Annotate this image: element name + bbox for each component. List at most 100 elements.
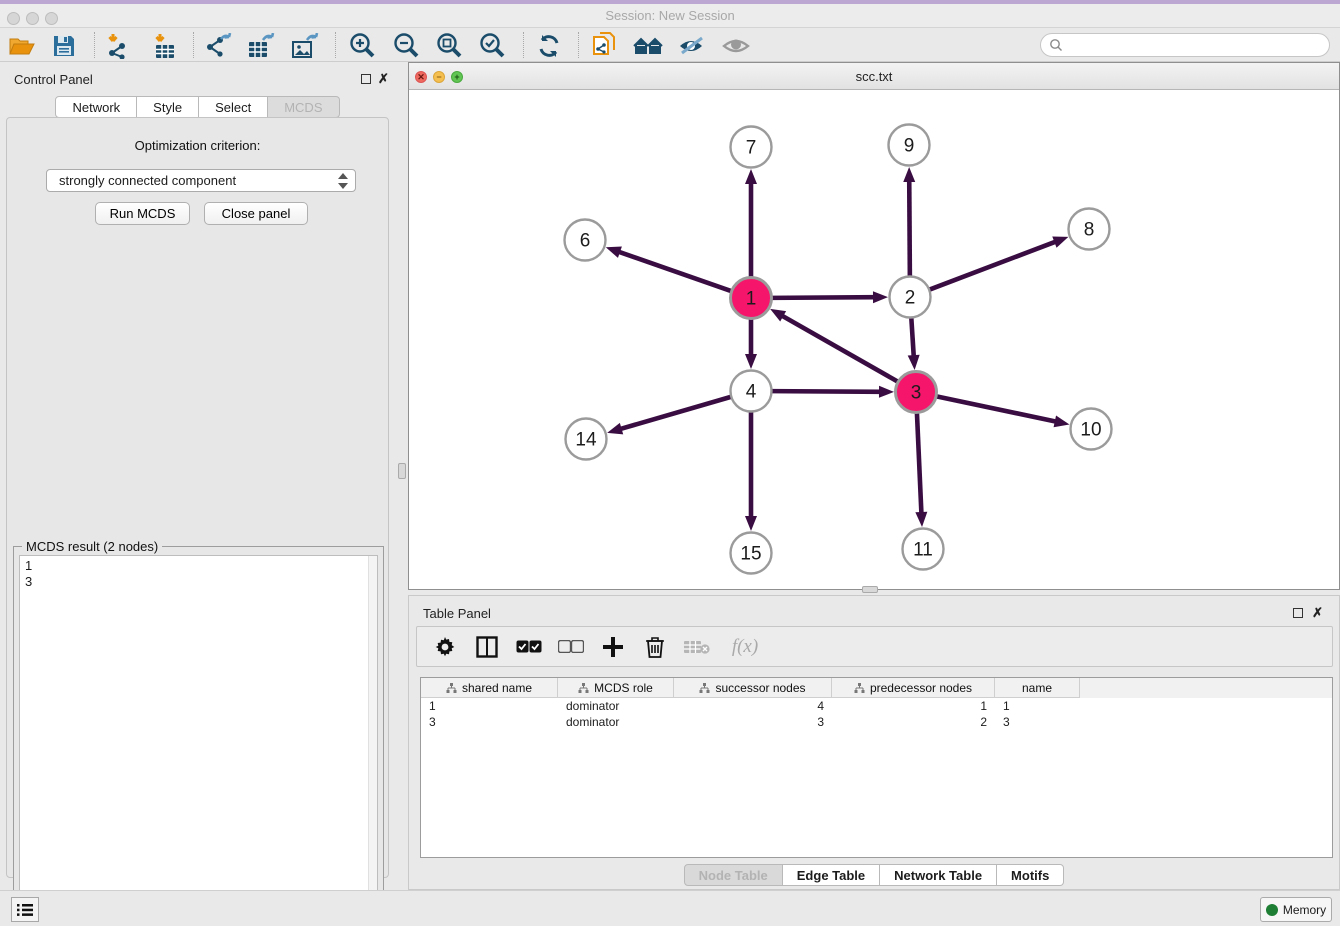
graph-edge[interactable] bbox=[911, 318, 913, 357]
hierarchy-icon bbox=[446, 683, 457, 693]
close-panel-button[interactable]: Close panel bbox=[204, 202, 308, 225]
graph-edge[interactable] bbox=[620, 397, 731, 429]
table-row[interactable]: 1dominator411 bbox=[421, 698, 1332, 714]
graph-edge-arrowhead bbox=[606, 247, 622, 258]
control-panel-tabs: Network Style Select MCDS bbox=[0, 96, 395, 118]
tab-style[interactable]: Style bbox=[137, 96, 199, 118]
optimization-criterion-label: Optimization criterion: bbox=[7, 138, 388, 153]
table-panel-title: Table Panel bbox=[423, 606, 491, 621]
panel-divider-handle[interactable] bbox=[862, 586, 878, 593]
memory-status-icon bbox=[1266, 904, 1278, 916]
import-network-icon[interactable] bbox=[101, 31, 135, 61]
table-cell[interactable]: 4 bbox=[674, 698, 832, 714]
zoom-fit-icon[interactable] bbox=[432, 31, 466, 61]
task-history-button[interactable] bbox=[11, 897, 39, 922]
zoom-selected-icon[interactable] bbox=[475, 31, 509, 61]
scrollbar-track[interactable] bbox=[368, 556, 377, 916]
network-canvas[interactable]: 7968124314101511 bbox=[409, 90, 1339, 589]
deselect-all-rows-icon[interactable] bbox=[557, 633, 585, 661]
open-session-icon[interactable] bbox=[5, 31, 39, 61]
tab-select[interactable]: Select bbox=[199, 96, 268, 118]
graph-edge-arrowhead bbox=[879, 386, 894, 398]
search-input[interactable] bbox=[1063, 38, 1329, 52]
column-header-MCDS-role[interactable]: MCDS role bbox=[558, 678, 674, 698]
column-header-name[interactable]: name bbox=[995, 678, 1080, 698]
table-cell[interactable]: 1 bbox=[421, 698, 558, 714]
tab-network-table[interactable]: Network Table bbox=[880, 864, 997, 886]
graph-edge[interactable] bbox=[772, 297, 875, 298]
graph-edge[interactable] bbox=[909, 180, 910, 276]
graph-edge-arrowhead bbox=[903, 167, 915, 182]
table-cell[interactable]: 3 bbox=[674, 714, 832, 730]
column-header-shared-name[interactable]: shared name bbox=[421, 678, 558, 698]
table-row[interactable]: 3dominator323 bbox=[421, 714, 1332, 730]
float-panel-icon[interactable] bbox=[361, 74, 371, 84]
table-cell[interactable]: 2 bbox=[832, 714, 995, 730]
tab-network[interactable]: Network bbox=[55, 96, 137, 118]
table-cell[interactable]: 3 bbox=[995, 714, 1080, 730]
network-window-titlebar[interactable]: ✕ − + scc.txt bbox=[409, 63, 1339, 90]
graph-edge-arrowhead bbox=[1052, 237, 1068, 248]
export-network-icon[interactable] bbox=[201, 31, 235, 61]
refresh-icon[interactable] bbox=[532, 31, 566, 61]
graph-edge[interactable] bbox=[937, 396, 1057, 421]
show-all-icon[interactable] bbox=[719, 31, 753, 61]
graph-edge[interactable] bbox=[781, 315, 897, 381]
panel-divider-handle[interactable] bbox=[398, 463, 406, 479]
graph-edge-arrowhead bbox=[607, 423, 623, 435]
table-cell[interactable]: 1 bbox=[832, 698, 995, 714]
node-table[interactable]: shared nameMCDS rolesuccessor nodesprede… bbox=[420, 677, 1333, 858]
tab-edge-table[interactable]: Edge Table bbox=[783, 864, 880, 886]
save-session-icon[interactable] bbox=[47, 31, 81, 61]
add-row-icon[interactable] bbox=[599, 633, 627, 661]
export-image-icon[interactable] bbox=[288, 31, 322, 61]
graph-node-label: 14 bbox=[575, 430, 597, 451]
toolbar-separator bbox=[523, 32, 524, 58]
first-neighbors-icon[interactable] bbox=[631, 31, 665, 61]
graph-edge[interactable] bbox=[772, 391, 881, 392]
graph-node-label: 7 bbox=[746, 138, 757, 159]
column-header-successor-nodes[interactable]: successor nodes bbox=[674, 678, 832, 698]
function-builder-icon[interactable]: f(x) bbox=[725, 633, 765, 661]
graph-edge-arrowhead bbox=[915, 512, 927, 527]
mcds-result-title: MCDS result (2 nodes) bbox=[22, 539, 162, 554]
tab-motifs[interactable]: Motifs bbox=[997, 864, 1064, 886]
memory-label: Memory bbox=[1283, 903, 1326, 917]
import-table-icon[interactable] bbox=[148, 31, 182, 61]
mcds-result-text[interactable]: 13 bbox=[19, 555, 378, 917]
delete-row-icon[interactable] bbox=[641, 633, 669, 661]
graph-node-label: 9 bbox=[904, 136, 915, 157]
show-columns-icon[interactable] bbox=[473, 633, 501, 661]
graph-edge[interactable] bbox=[618, 252, 731, 292]
memory-button[interactable]: Memory bbox=[1260, 897, 1332, 922]
criterion-dropdown[interactable]: strongly connected component bbox=[46, 169, 356, 192]
dropdown-stepper-icon bbox=[336, 172, 350, 190]
graph-node-label: 4 bbox=[746, 382, 757, 403]
mcds-panel: Optimization criterion: strongly connect… bbox=[6, 117, 389, 878]
node-table-body: 1dominator4113dominator323 bbox=[421, 698, 1332, 730]
tab-mcds[interactable]: MCDS bbox=[268, 96, 339, 118]
column-header-predecessor-nodes[interactable]: predecessor nodes bbox=[832, 678, 995, 698]
close-table-panel-icon[interactable]: ✗ bbox=[1312, 608, 1323, 618]
table-cell[interactable]: 3 bbox=[421, 714, 558, 730]
graph-edge[interactable] bbox=[930, 241, 1057, 289]
export-table-icon[interactable] bbox=[244, 31, 278, 61]
hide-selected-icon[interactable] bbox=[675, 31, 709, 61]
zoom-in-icon[interactable] bbox=[345, 31, 379, 61]
graph-edge-arrowhead bbox=[745, 354, 757, 369]
duplicate-network-icon[interactable] bbox=[588, 31, 622, 61]
float-table-panel-icon[interactable] bbox=[1293, 608, 1303, 618]
close-panel-icon[interactable]: ✗ bbox=[378, 74, 389, 84]
table-cell[interactable]: dominator bbox=[558, 698, 674, 714]
table-cell[interactable]: dominator bbox=[558, 714, 674, 730]
tab-node-table[interactable]: Node Table bbox=[684, 864, 783, 886]
graph-edge[interactable] bbox=[917, 413, 922, 514]
table-cell[interactable]: 1 bbox=[995, 698, 1080, 714]
hierarchy-icon bbox=[699, 683, 710, 693]
run-mcds-button[interactable]: Run MCDS bbox=[95, 202, 190, 225]
delete-table-icon[interactable] bbox=[683, 633, 711, 661]
settings-gear-icon[interactable] bbox=[431, 633, 459, 661]
zoom-out-icon[interactable] bbox=[389, 31, 423, 61]
search-field[interactable] bbox=[1040, 33, 1330, 57]
select-all-rows-icon[interactable] bbox=[515, 633, 543, 661]
